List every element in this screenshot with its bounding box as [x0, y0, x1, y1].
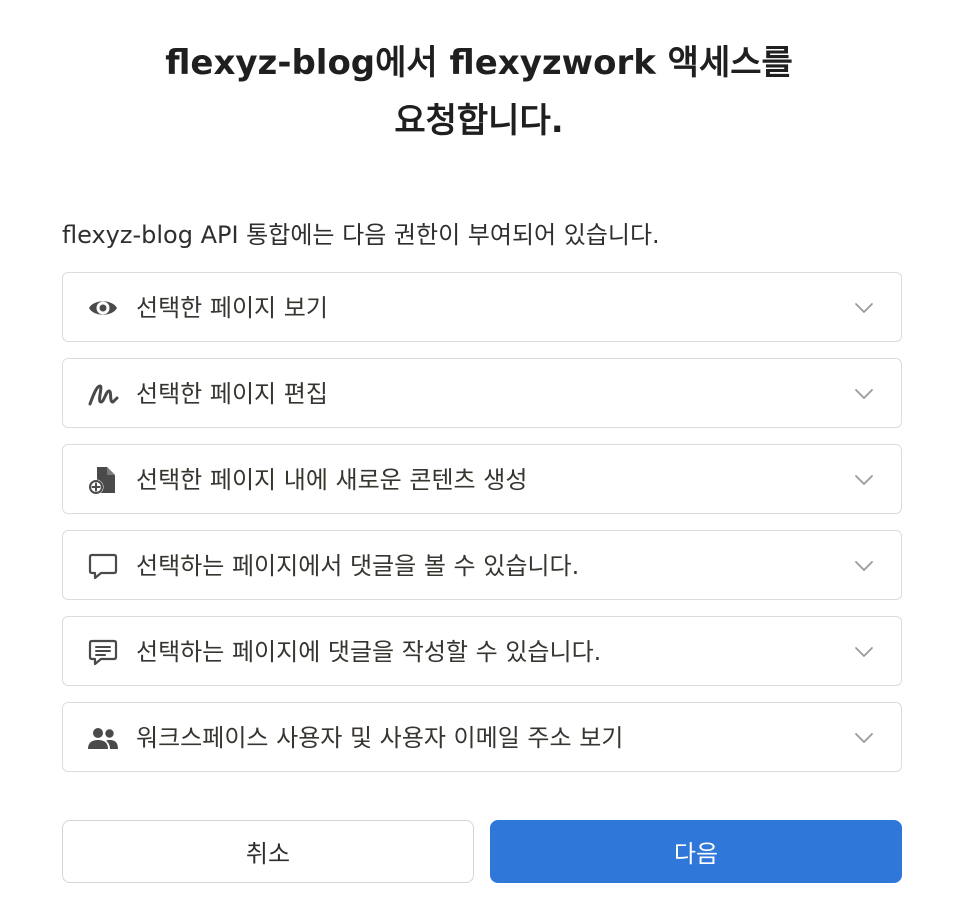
- permission-write-comments[interactable]: 선택하는 페이지에 댓글을 작성할 수 있습니다.: [62, 616, 902, 686]
- permission-read-comments[interactable]: 선택하는 페이지에서 댓글을 볼 수 있습니다.: [62, 530, 902, 600]
- permission-label: 선택한 페이지 보기: [136, 294, 328, 322]
- permissions-intro: flexyz-blog API 통합에는 다음 권한이 부여되어 있습니다.: [62, 221, 660, 249]
- permission-edit-pages[interactable]: 선택한 페이지 편집: [62, 358, 902, 428]
- permission-list: 선택한 페이지 보기 선택한 페이지 편집 선택한 페이지 내에 새로운 콘텐츠…: [62, 272, 902, 788]
- chevron-down-icon: [855, 561, 873, 571]
- title-line-1: flexyz-blog에서 flexyzwork 액세스를: [165, 43, 793, 83]
- comment-icon: [87, 550, 119, 582]
- signature-pen-icon: [87, 378, 119, 410]
- eye-icon: [87, 292, 119, 324]
- permission-label: 워크스페이스 사용자 및 사용자 이메일 주소 보기: [136, 724, 624, 752]
- people-icon: [87, 722, 119, 754]
- chevron-down-icon: [855, 733, 873, 743]
- permission-label: 선택하는 페이지에서 댓글을 볼 수 있습니다.: [136, 552, 580, 580]
- chevron-down-icon: [855, 475, 873, 485]
- permission-label: 선택한 페이지 내에 새로운 콘텐츠 생성: [136, 466, 528, 494]
- permission-view-users[interactable]: 워크스페이스 사용자 및 사용자 이메일 주소 보기: [62, 702, 902, 772]
- permission-create-content[interactable]: 선택한 페이지 내에 새로운 콘텐츠 생성: [62, 444, 902, 514]
- permission-view-pages[interactable]: 선택한 페이지 보기: [62, 272, 902, 342]
- page-title: flexyz-blog에서 flexyzwork 액세스를 요청합니다.: [0, 34, 958, 150]
- add-document-icon: [87, 464, 119, 496]
- comment-lines-icon: [87, 636, 119, 668]
- title-line-2: 요청합니다.: [394, 101, 564, 141]
- next-button[interactable]: 다음: [490, 820, 902, 883]
- cancel-button[interactable]: 취소: [62, 820, 474, 883]
- permission-label: 선택한 페이지 편집: [136, 380, 328, 408]
- chevron-down-icon: [855, 303, 873, 313]
- chevron-down-icon: [855, 389, 873, 399]
- permission-label: 선택하는 페이지에 댓글을 작성할 수 있습니다.: [136, 638, 602, 666]
- chevron-down-icon: [855, 647, 873, 657]
